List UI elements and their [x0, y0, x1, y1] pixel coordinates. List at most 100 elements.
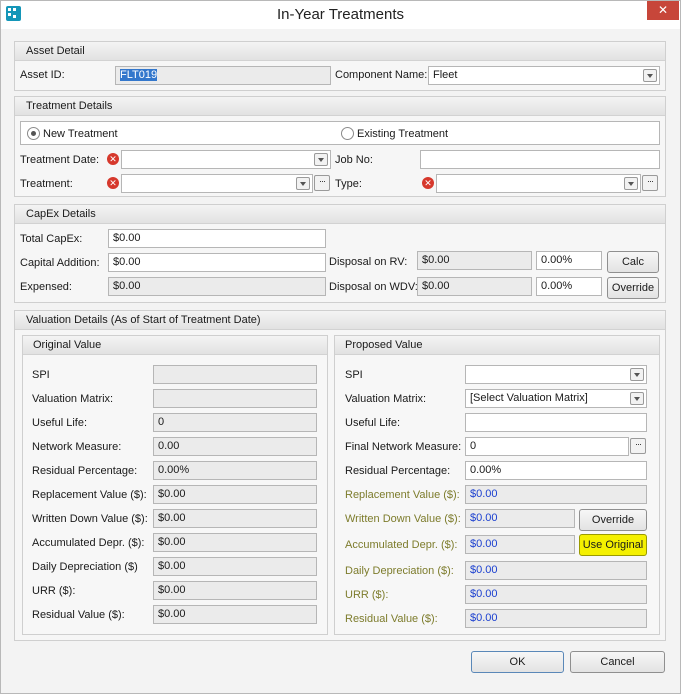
- original-row-value: 0.00%: [153, 461, 317, 480]
- proposed-wdv-label: Written Down Value ($):: [345, 513, 461, 525]
- total-capex-input[interactable]: $0.00: [108, 229, 326, 248]
- radio-new-treatment-label[interactable]: New Treatment: [43, 128, 118, 140]
- close-icon[interactable]: ✕: [647, 1, 679, 20]
- original-row-value: $0.00: [153, 581, 317, 600]
- component-name-value: Fleet: [433, 69, 458, 81]
- treatment-select[interactable]: [121, 174, 313, 193]
- original-row-label: Residual Percentage:: [32, 465, 138, 477]
- type-select[interactable]: [436, 174, 641, 193]
- chevron-down-icon[interactable]: [643, 69, 657, 82]
- error-icon: ✕: [422, 177, 434, 189]
- asset-detail-heading: Asset Detail: [15, 42, 665, 61]
- final-network-measure-input[interactable]: 0: [465, 437, 629, 456]
- proposed-wdv-value: $0.00: [465, 509, 575, 528]
- proposed-useful-life-input[interactable]: [465, 413, 647, 432]
- treatment-date-label: Treatment Date:: [20, 154, 100, 166]
- proposed-accumulated-depr-label: Accumulated Depr. ($):: [345, 539, 458, 551]
- treatment-details-heading: Treatment Details: [15, 97, 665, 116]
- capex-details-heading: CapEx Details: [15, 205, 665, 224]
- proposed-accumulated-depr-value: $0.00: [465, 535, 575, 554]
- treatment-browse-button[interactable]: ···: [314, 175, 330, 191]
- capex-override-button[interactable]: Override: [607, 277, 659, 299]
- original-row-label: Accumulated Depr. ($):: [32, 537, 145, 549]
- proposed-residual-percentage-label: Residual Percentage:: [345, 465, 451, 477]
- proposed-spi-select[interactable]: [465, 365, 647, 384]
- proposed-valuation-matrix-value: [Select Valuation Matrix]: [470, 392, 588, 404]
- proposed-daily-depreciation-label: Daily Depreciation ($):: [345, 565, 454, 577]
- disposal-wdv-percent-input[interactable]: 0.00%: [536, 277, 602, 296]
- original-row-value: 0.00: [153, 437, 317, 456]
- cancel-button[interactable]: Cancel: [570, 651, 665, 673]
- final-network-measure-label: Final Network Measure:: [345, 441, 462, 453]
- chevron-down-icon[interactable]: [314, 153, 328, 166]
- proposed-urr-value: $0.00: [465, 585, 647, 604]
- proposed-valuation-matrix-label: Valuation Matrix:: [345, 393, 427, 405]
- chevron-down-icon[interactable]: [630, 368, 644, 381]
- original-value-heading: Original Value: [23, 336, 327, 355]
- original-row-label: URR ($):: [32, 585, 76, 597]
- radio-new-treatment[interactable]: [27, 127, 40, 140]
- wdv-override-button[interactable]: Override: [579, 509, 647, 531]
- type-label: Type:: [335, 178, 362, 190]
- original-row-label: Valuation Matrix:: [32, 393, 114, 405]
- original-row-label: Replacement Value ($):: [32, 489, 147, 501]
- original-row-label: Useful Life:: [32, 417, 88, 429]
- disposal-rv-label: Disposal on RV:: [329, 256, 408, 268]
- original-row-value: [153, 389, 317, 408]
- use-original-button[interactable]: Use Original: [579, 534, 647, 556]
- proposed-spi-label: SPI: [345, 369, 363, 381]
- total-capex-label: Total CapEx:: [20, 233, 83, 245]
- window-title: In-Year Treatments: [276, 6, 404, 23]
- original-row-label: Network Measure:: [32, 441, 122, 453]
- chevron-down-icon[interactable]: [296, 177, 310, 190]
- proposed-useful-life-label: Useful Life:: [345, 417, 401, 429]
- radio-existing-treatment[interactable]: [341, 127, 354, 140]
- job-no-input[interactable]: [420, 150, 660, 169]
- original-row-value: $0.00: [153, 557, 317, 576]
- original-row-value: 0: [153, 413, 317, 432]
- component-name-label: Component Name:: [335, 69, 428, 81]
- disposal-rv-value: $0.00: [417, 251, 532, 270]
- original-row-label: Daily Depreciation ($): [32, 561, 138, 573]
- capital-addition-input[interactable]: $0.00: [108, 253, 326, 272]
- error-icon: ✕: [107, 153, 119, 165]
- final-network-browse-button[interactable]: ···: [630, 438, 646, 454]
- treatment-date-picker[interactable]: [121, 150, 331, 169]
- capital-addition-label: Capital Addition:: [20, 257, 100, 269]
- proposed-residual-value-label: Residual Value ($):: [345, 613, 438, 625]
- component-name-select[interactable]: Fleet: [428, 66, 660, 85]
- original-row-value: $0.00: [153, 509, 317, 528]
- chevron-down-icon[interactable]: [630, 392, 644, 405]
- proposed-valuation-matrix-select[interactable]: [Select Valuation Matrix]: [465, 389, 647, 408]
- calc-button[interactable]: Calc: [607, 251, 659, 273]
- valuation-details-heading: Valuation Details (As of Start of Treatm…: [15, 311, 665, 330]
- original-row-value: $0.00: [153, 533, 317, 552]
- proposed-urr-label: URR ($):: [345, 589, 389, 601]
- proposed-daily-depreciation-value: $0.00: [465, 561, 647, 580]
- expensed-value: $0.00: [108, 277, 326, 296]
- disposal-rv-percent-input[interactable]: 0.00%: [536, 251, 602, 270]
- original-row-value: $0.00: [153, 605, 317, 624]
- proposed-value-heading: Proposed Value: [335, 336, 659, 355]
- original-row-label: Written Down Value ($):: [32, 513, 148, 525]
- original-row-value: [153, 365, 317, 384]
- radio-existing-treatment-label[interactable]: Existing Treatment: [357, 128, 448, 140]
- asset-id-value: FLT019: [120, 69, 158, 81]
- type-browse-button[interactable]: ···: [642, 175, 658, 191]
- dialog-window: In-Year Treatments ✕ Asset Detail Asset …: [0, 0, 681, 694]
- proposed-residual-value: $0.00: [465, 609, 647, 628]
- asset-id-label: Asset ID:: [20, 69, 65, 81]
- title-bar[interactable]: In-Year Treatments ✕: [1, 1, 680, 29]
- original-row-label: SPI: [32, 369, 50, 381]
- job-no-label: Job No:: [335, 154, 373, 166]
- chevron-down-icon[interactable]: [624, 177, 638, 190]
- asset-id-field[interactable]: FLT019: [115, 66, 331, 85]
- proposed-replacement-value: $0.00: [465, 485, 647, 504]
- expensed-label: Expensed:: [20, 281, 72, 293]
- treatment-label: Treatment:: [20, 178, 73, 190]
- error-icon: ✕: [107, 177, 119, 189]
- proposed-residual-percentage-input[interactable]: 0.00%: [465, 461, 647, 480]
- disposal-wdv-value: $0.00: [417, 277, 532, 296]
- ok-button[interactable]: OK: [471, 651, 564, 673]
- proposed-replacement-value-label: Replacement Value ($):: [345, 489, 460, 501]
